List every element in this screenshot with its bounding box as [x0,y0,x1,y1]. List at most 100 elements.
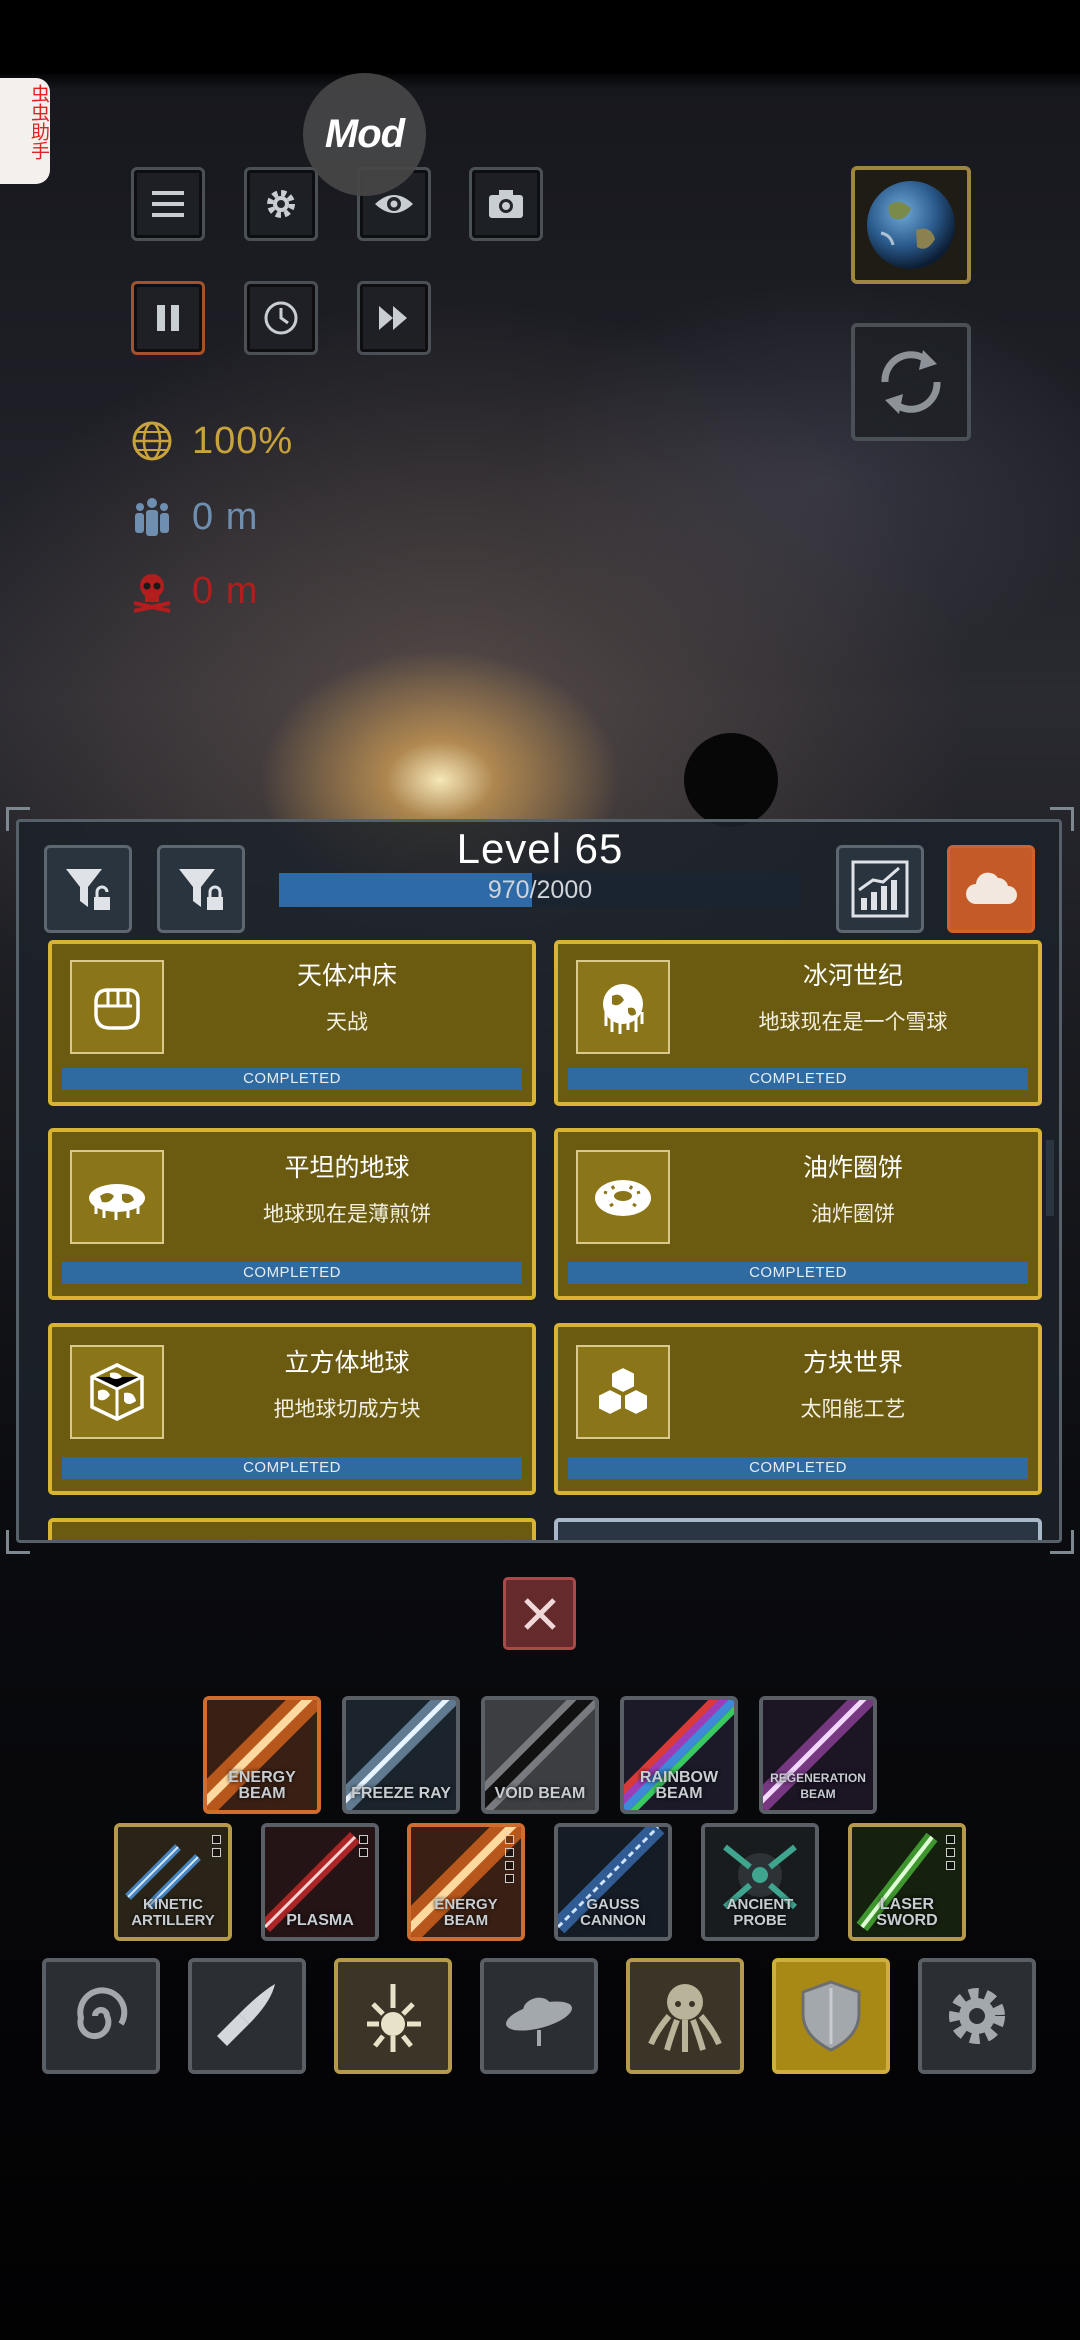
ufo-icon [506,1997,572,2046]
weapon-label: PLASMA [286,1912,354,1929]
achievement-card[interactable]: 冰河世纪 地球现在是一个雪球 COMPLETED [554,940,1042,1106]
achievement-desc: 油炸圈饼 [811,1203,895,1226]
statistics-button[interactable] [836,845,924,933]
cloud-icon [966,872,1017,904]
weapon-label: ENERGY BEAM [434,1896,498,1929]
category-monster-button[interactable] [626,1958,744,2074]
weapon-freeze-ray[interactable]: FREEZE RAY [342,1696,460,1814]
achievement-title: 冰河世纪 [802,962,903,990]
weapon-ancient-probe[interactable]: ANCIENT PROBE [701,1823,819,1941]
reset-button[interactable] [851,323,971,441]
helper-side-tab[interactable]: 虫虫助手 [0,78,50,184]
weapon-label: REGENERATION BEAM [770,1771,866,1801]
category-settings-button[interactable] [918,1958,1036,2074]
integrity-value: 100% [192,419,294,462]
weapon-energy-beam[interactable]: ENERGY BEAM [203,1696,321,1814]
achievement-card[interactable] [48,1518,536,1540]
skull-icon [133,574,171,613]
achievement-card[interactable]: 天体冲床 天战 COMPLETED [48,940,536,1106]
weapon-energy-beam-2[interactable]: ENERGY BEAM [407,1823,525,1941]
fist-icon [94,988,140,1030]
status-bar-area [0,0,1080,74]
gear-icon [267,190,295,218]
achievement-title: 油炸圈饼 [802,1154,903,1182]
achievement-status: COMPLETED [568,1262,1028,1284]
category-defense-button[interactable] [772,1958,890,2074]
weapon-gauss-cannon[interactable]: GAUSS CANNON [554,1823,672,1941]
weapon-plasma[interactable]: PLASMA [261,1823,379,1941]
weapon-label: LASER SWORD [876,1896,938,1929]
achievement-title: 立方体地球 [284,1349,410,1377]
globe-icon [132,421,172,461]
achievement-card[interactable]: 油炸圈饼 油炸圈饼 COMPLETED [554,1128,1042,1300]
ammo-indicator [359,1835,369,1861]
mod-badge[interactable]: Mod [303,73,426,196]
filter-unlock-icon [66,869,110,910]
deaths-stat: 0 m [130,566,258,616]
achievement-title: 平坦的地球 [284,1154,410,1182]
deaths-value: 0 m [192,569,259,612]
screenshot-button[interactable] [469,167,543,241]
filter-lock-icon [179,869,223,910]
progress-text: 970/2000 [487,876,593,904]
chart-icon [851,860,909,918]
achievement-card[interactable] [554,1518,1042,1540]
weapon-rainbow-beam[interactable]: RAINBOW BEAM [620,1696,738,1814]
achievement-card[interactable]: 立方体地球 把地球切成方块 COMPLETED [48,1323,536,1495]
sun-blast-icon [367,1984,421,2052]
weapon-label: GAUSS CANNON [580,1896,646,1929]
game-screen: 虫虫助手 Mod 100% 0 m 0 m Level 65 970/2000 … [0,0,1080,2340]
close-panel-button[interactable] [503,1577,576,1650]
weapon-regeneration-beam[interactable]: REGENERATION BEAM [759,1696,877,1814]
menu-button[interactable] [131,167,205,241]
category-blast-button[interactable] [334,1958,452,2074]
filter-unlocked-button[interactable] [44,845,132,933]
cloud-save-button[interactable] [947,845,1035,933]
category-missile-button[interactable] [188,1958,306,2074]
weapon-kinetic-artillery[interactable]: KINETIC ARTILLERY [114,1823,232,1941]
ammo-indicator [505,1835,515,1887]
planet-select-button[interactable] [851,166,971,284]
weapon-label: VOID BEAM [494,1785,586,1802]
fast-forward-button[interactable] [357,281,431,355]
donut-icon [595,1180,651,1216]
achievement-icon-box [70,1150,164,1244]
settings-button[interactable] [244,167,318,241]
weapon-label: RAINBOW BEAM [639,1769,719,1802]
galaxy-icon [77,1987,128,2040]
ammo-indicator [212,1835,222,1861]
integrity-stat: 100% [130,416,293,466]
panel-corner [6,807,30,831]
achievement-desc: 天战 [326,1011,368,1034]
weapon-label: ANCIENT PROBE [726,1896,794,1929]
achievement-status: COMPLETED [62,1457,522,1479]
pause-button[interactable] [131,281,205,355]
achievement-status: COMPLETED [568,1068,1028,1090]
people-icon [135,498,169,536]
ammo-indicator [946,1835,956,1874]
population-value: 0 m [192,495,259,538]
filter-locked-button[interactable] [157,845,245,933]
weapon-void-beam[interactable]: VOID BEAM [481,1696,599,1814]
achievement-icon-box [576,1345,670,1439]
cube-earth-icon [90,1363,144,1421]
close-icon [523,1597,556,1630]
refresh-icon [881,350,941,414]
achievement-icon-box [576,1150,670,1244]
list-scrollbar[interactable] [1046,1140,1054,1216]
achievement-desc: 太阳能工艺 [800,1398,906,1421]
achievement-icon-box [70,960,164,1054]
achievement-desc: 把地球切成方块 [273,1398,421,1421]
weapon-laser-sword[interactable]: LASER SWORD [848,1823,966,1941]
category-space-button[interactable] [42,1958,160,2074]
achievement-title: 天体冲床 [296,962,397,990]
achievement-icon-box [576,960,670,1054]
camera-icon [489,190,523,218]
achievement-list[interactable]: 天体冲床 天战 COMPLETED 冰河世纪 地球现在是一个雪球 COMPLET… [34,940,1044,1540]
achievement-card[interactable]: 平坦的地球 地球现在是薄煎饼 COMPLETED [48,1128,536,1300]
category-ufo-button[interactable] [480,1958,598,2074]
frozen-earth-icon [603,984,644,1034]
achievement-card[interactable]: 方块世界 太阳能工艺 COMPLETED [554,1323,1042,1495]
weapon-label: FREEZE RAY [351,1785,451,1802]
time-button[interactable] [244,281,318,355]
